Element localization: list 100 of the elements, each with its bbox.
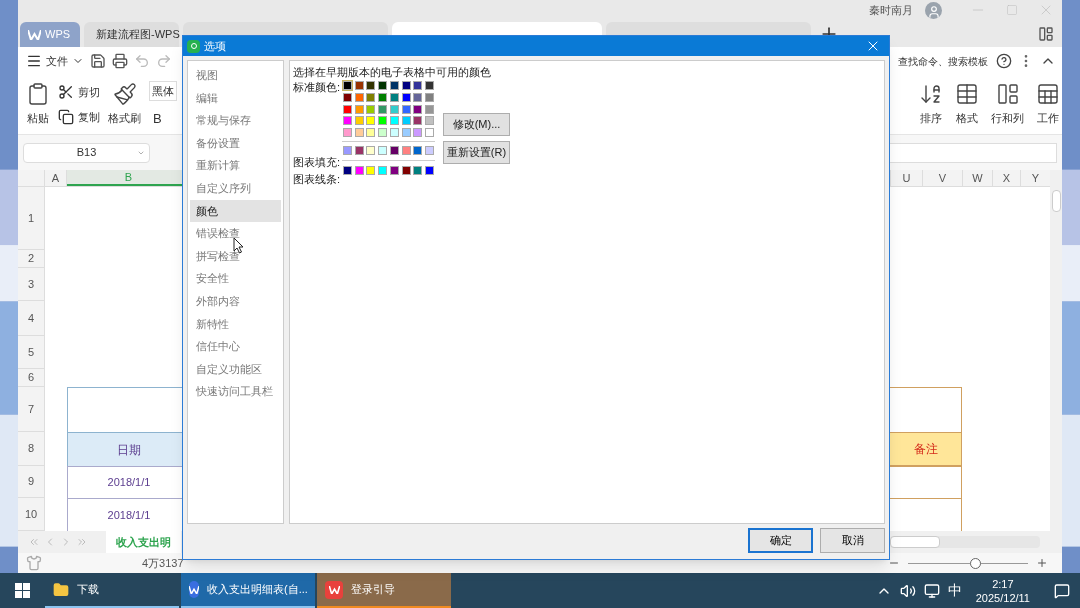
category-item[interactable]: 备份设置 bbox=[190, 131, 281, 155]
input-method-indicator[interactable]: 中 bbox=[947, 580, 962, 601]
color-swatch[interactable] bbox=[400, 165, 412, 177]
color-swatch[interactable] bbox=[412, 165, 424, 177]
font-field[interactable]: 黑体 bbox=[149, 80, 177, 101]
color-swatch[interactable] bbox=[377, 165, 389, 177]
color-swatch[interactable] bbox=[353, 91, 365, 103]
color-swatch[interactable] bbox=[423, 115, 435, 127]
category-item[interactable]: 视图 bbox=[190, 64, 281, 87]
color-swatch[interactable] bbox=[423, 80, 435, 91]
color-swatch[interactable] bbox=[388, 165, 400, 177]
color-swatch[interactable] bbox=[353, 145, 365, 157]
column-header[interactable]: V bbox=[922, 170, 962, 186]
color-swatch[interactable] bbox=[365, 91, 377, 103]
color-swatch[interactable] bbox=[388, 91, 400, 103]
category-item[interactable]: 外部内容 bbox=[190, 289, 281, 313]
color-swatch[interactable] bbox=[388, 127, 400, 139]
help-icon[interactable] bbox=[996, 53, 1012, 69]
ribbon-button[interactable]: 行和列 bbox=[989, 82, 1026, 127]
color-swatch[interactable] bbox=[353, 80, 365, 91]
color-swatch[interactable] bbox=[412, 80, 424, 91]
taskbar-item[interactable]: 下载 bbox=[45, 573, 179, 608]
color-swatch[interactable] bbox=[365, 145, 377, 157]
category-item[interactable]: 错误检查 bbox=[190, 222, 281, 245]
taskbar-item[interactable]: 登录引导 bbox=[317, 573, 451, 608]
color-swatch[interactable] bbox=[423, 91, 435, 103]
modify-button[interactable]: 修改(M)... bbox=[443, 113, 510, 136]
ok-button[interactable]: 确定 bbox=[748, 528, 813, 553]
color-swatch[interactable] bbox=[342, 145, 353, 157]
vertical-scrollbar[interactable] bbox=[1050, 170, 1062, 531]
category-item[interactable]: 安全性 bbox=[190, 267, 281, 290]
row-header[interactable]: 5 bbox=[18, 336, 45, 369]
color-swatch[interactable] bbox=[342, 165, 353, 177]
color-swatch[interactable] bbox=[353, 115, 365, 127]
color-swatch[interactable] bbox=[377, 103, 389, 115]
color-swatch[interactable] bbox=[377, 80, 389, 91]
color-swatch[interactable] bbox=[342, 115, 353, 127]
format-painter-button[interactable]: 格式刷 bbox=[108, 82, 141, 127]
color-swatch[interactable] bbox=[353, 165, 365, 177]
column-header[interactable]: X bbox=[992, 170, 1020, 186]
color-swatch[interactable] bbox=[365, 103, 377, 115]
color-swatch[interactable] bbox=[423, 127, 435, 139]
print-icon[interactable] bbox=[112, 53, 128, 69]
color-swatch[interactable] bbox=[400, 91, 412, 103]
row-header[interactable]: 1 bbox=[18, 187, 45, 250]
color-swatch[interactable] bbox=[423, 145, 435, 157]
paste-button[interactable]: 粘贴 bbox=[26, 82, 50, 127]
horizontal-scrollbar[interactable] bbox=[890, 536, 1040, 548]
row-header[interactable]: 8 bbox=[18, 432, 45, 466]
row-header[interactable]: 3 bbox=[18, 268, 45, 301]
avatar-icon[interactable] bbox=[925, 1, 942, 19]
category-item[interactable]: 快速访问工具栏 bbox=[190, 380, 281, 403]
color-swatch[interactable] bbox=[365, 127, 377, 139]
speaker-icon[interactable] bbox=[899, 582, 916, 599]
category-item[interactable]: 自定义功能区 bbox=[190, 357, 281, 381]
redo-icon[interactable] bbox=[156, 53, 172, 69]
category-item[interactable]: 颜色 bbox=[190, 199, 281, 223]
clock[interactable]: 2:17 2025/12/11 bbox=[975, 576, 1030, 605]
color-swatch[interactable] bbox=[342, 91, 353, 103]
category-item[interactable]: 编辑 bbox=[190, 86, 281, 110]
row-header[interactable]: 10 bbox=[18, 498, 45, 531]
category-item[interactable]: 信任中心 bbox=[190, 335, 281, 358]
undo-icon[interactable] bbox=[134, 53, 150, 69]
first-sheet-icon[interactable] bbox=[28, 536, 40, 548]
zoom-in-icon[interactable] bbox=[1036, 557, 1048, 569]
ribbon-button[interactable]: 工作 bbox=[1034, 82, 1062, 127]
document-tab[interactable]: 新建流程图-WPS bbox=[84, 22, 179, 47]
color-swatch[interactable] bbox=[388, 80, 400, 91]
category-item[interactable]: 拼写检查 bbox=[190, 244, 281, 268]
color-swatch[interactable] bbox=[342, 80, 353, 91]
color-swatch[interactable] bbox=[377, 115, 389, 127]
color-swatch[interactable] bbox=[412, 145, 424, 157]
color-swatch[interactable] bbox=[412, 103, 424, 115]
name-box[interactable]: B13 bbox=[23, 142, 150, 163]
taskbar-item[interactable]: 收入支出明细表(自... bbox=[181, 573, 315, 608]
zoom-slider[interactable] bbox=[908, 557, 1028, 569]
color-swatch[interactable] bbox=[365, 115, 377, 127]
color-swatch[interactable] bbox=[400, 145, 412, 157]
category-item[interactable]: 新特性 bbox=[190, 312, 281, 336]
color-swatch[interactable] bbox=[412, 127, 424, 139]
ribbon-button[interactable]: 格式 bbox=[953, 82, 981, 127]
color-swatch[interactable] bbox=[400, 103, 412, 115]
color-swatch[interactable] bbox=[423, 103, 435, 115]
row-header[interactable]: 2 bbox=[18, 250, 45, 268]
category-item[interactable]: 重新计算 bbox=[190, 154, 281, 177]
color-swatch[interactable] bbox=[377, 91, 389, 103]
reset-button[interactable]: 重新设置(R) bbox=[443, 141, 510, 164]
row-header[interactable]: 9 bbox=[18, 466, 45, 498]
color-swatch[interactable] bbox=[400, 127, 412, 139]
color-swatch[interactable] bbox=[365, 80, 377, 91]
color-swatch[interactable] bbox=[342, 103, 353, 115]
ribbon-button[interactable]: 排序 bbox=[917, 82, 945, 127]
panel-icon[interactable] bbox=[1038, 26, 1054, 42]
row-header[interactable]: 6 bbox=[18, 369, 45, 387]
category-item[interactable]: 自定义序列 bbox=[190, 176, 281, 200]
color-swatch[interactable] bbox=[353, 127, 365, 139]
bold-button[interactable]: B bbox=[149, 108, 177, 129]
save-icon[interactable] bbox=[90, 53, 106, 69]
color-swatch[interactable] bbox=[388, 145, 400, 157]
color-swatch[interactable] bbox=[423, 165, 435, 177]
